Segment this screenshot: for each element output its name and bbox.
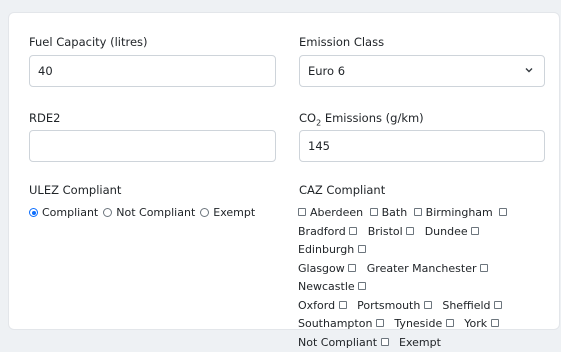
co2-value: 145 — [308, 139, 330, 153]
checkbox[interactable] — [490, 319, 499, 327]
caz-item[interactable]: Bath — [369, 206, 407, 219]
checkbox[interactable] — [413, 208, 422, 216]
ulez-option-label: Compliant — [42, 206, 99, 219]
checkbox[interactable] — [499, 208, 508, 216]
fuel-capacity-input[interactable]: 40 — [29, 55, 276, 87]
ulez-option-label: Exempt — [213, 206, 256, 219]
caz-item[interactable]: Glasgow — [298, 262, 360, 275]
caz-item[interactable]: Aberdeen — [298, 206, 363, 219]
caz-item[interactable]: Birmingham — [413, 206, 493, 219]
checkbox[interactable] — [338, 300, 347, 309]
emission-class-value: Euro 6 — [308, 64, 346, 78]
rde2-label: RDE2 — [29, 111, 61, 125]
emission-class-select[interactable]: Euro 6 — [299, 55, 545, 87]
caz-item[interactable]: Sheffield — [442, 299, 506, 312]
caz-checkbox-group: Aberdeen Bath Birmingham Bradford Bristo… — [298, 204, 543, 352]
checkbox[interactable] — [471, 226, 480, 235]
fuel-capacity-value: 40 — [38, 64, 53, 78]
caz-item[interactable]: Newcastle — [298, 280, 370, 293]
caz-item[interactable]: Tyneside — [394, 317, 457, 330]
checkbox[interactable] — [480, 263, 489, 272]
caz-label: CAZ Compliant — [299, 183, 386, 197]
caz-item[interactable]: Oxford — [298, 299, 351, 312]
ulez-option-label: Not Compliant — [116, 206, 196, 219]
caz-item[interactable] — [499, 206, 511, 219]
chevron-down-icon — [525, 68, 533, 73]
checkbox[interactable] — [358, 282, 367, 290]
ulez-radio-group: Compliant Not Compliant Exempt — [29, 206, 260, 219]
checkbox[interactable] — [494, 300, 503, 309]
checkbox[interactable] — [380, 337, 389, 346]
caz-item[interactable]: Greater Manchester — [367, 262, 492, 275]
caz-item[interactable]: Not Compliant — [298, 336, 393, 349]
ulez-radio-not-compliant[interactable] — [103, 208, 113, 217]
emission-class-label: Emission Class — [299, 35, 385, 49]
co2-input[interactable]: 145 — [299, 130, 545, 162]
ulez-radio-compliant[interactable] — [29, 208, 38, 217]
ulez-label: ULEZ Compliant — [29, 183, 122, 197]
caz-item[interactable]: Portsmouth — [357, 299, 436, 312]
caz-item[interactable]: Dundee — [425, 225, 483, 238]
checkbox[interactable] — [348, 263, 357, 272]
caz-item[interactable]: Exempt — [399, 336, 441, 349]
ulez-radio-exempt[interactable] — [200, 208, 210, 217]
co2-label: CO2 Emissions (g/km) — [299, 111, 424, 128]
checkbox[interactable] — [357, 245, 366, 253]
fuel-capacity-label: Fuel Capacity (litres) — [29, 35, 148, 49]
caz-item[interactable]: Bradford — [298, 225, 361, 238]
checkbox[interactable] — [349, 226, 358, 235]
checkbox[interactable] — [406, 226, 415, 235]
checkbox[interactable] — [369, 208, 378, 216]
checkbox[interactable] — [375, 319, 384, 327]
checkbox[interactable] — [423, 300, 432, 309]
checkbox[interactable] — [298, 208, 306, 216]
checkbox[interactable] — [445, 319, 454, 327]
caz-item[interactable]: York — [464, 317, 502, 330]
caz-item[interactable]: Edinburgh — [298, 243, 370, 256]
caz-item[interactable]: Bristol — [368, 225, 418, 238]
rde2-input[interactable] — [29, 130, 276, 162]
caz-item[interactable]: Southampton — [298, 317, 388, 330]
